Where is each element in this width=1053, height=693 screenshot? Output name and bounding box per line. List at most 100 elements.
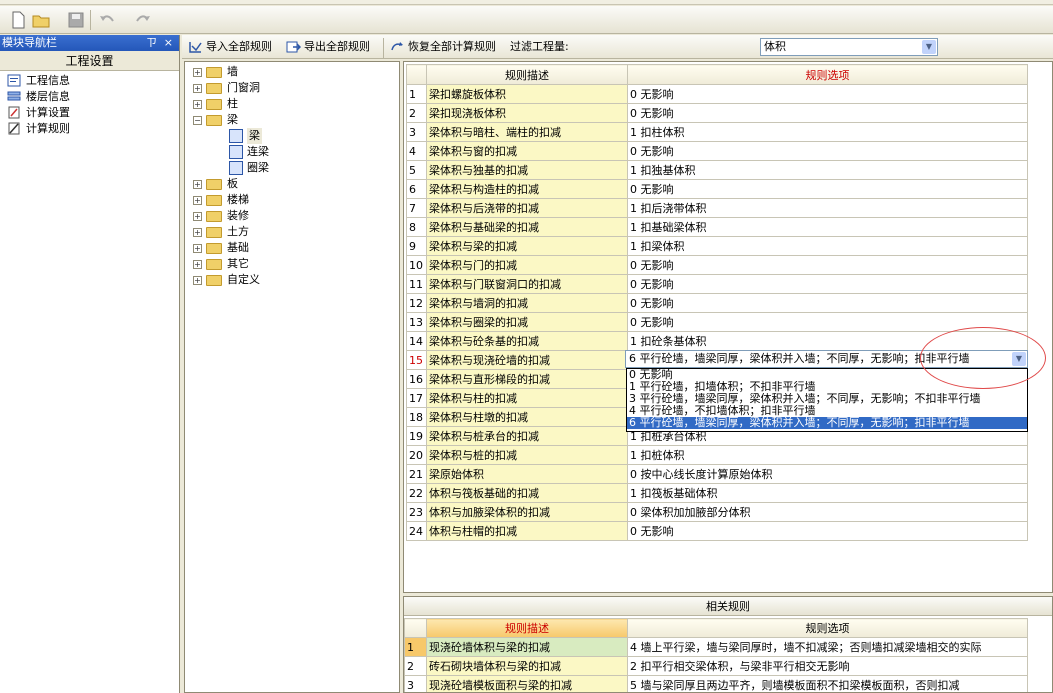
rule-description: 梁体积与砼条基的扣减	[426, 331, 628, 351]
new-file-icon[interactable]	[10, 11, 28, 29]
rule-description-header[interactable]: 规则描述	[426, 64, 628, 85]
table-row[interactable]: 20 梁体积与桩的扣减 1 扣桩体积	[406, 445, 1028, 465]
table-row[interactable]: 10 梁体积与门的扣减 0 无影响	[406, 255, 1028, 275]
row-number: 11	[406, 274, 427, 294]
table-row[interactable]: 9 梁体积与梁的扣减 1 扣梁体积	[406, 236, 1028, 256]
table-row[interactable]: 23 体积与加腋梁体积的扣减 0 梁体积加加腋部分体积	[406, 502, 1028, 522]
rule-option[interactable]: 0 无影响	[627, 141, 1028, 161]
rule-option[interactable]: 1 扣基础梁体积	[627, 217, 1028, 237]
row-number-header	[404, 618, 427, 638]
table-row[interactable]: 3 梁体积与暗柱、端柱的扣减 1 扣柱体积	[406, 122, 1028, 142]
row-number: 9	[406, 236, 427, 256]
expand-icon[interactable]: +	[193, 212, 202, 221]
expand-icon[interactable]: +	[193, 180, 202, 189]
related-description-header[interactable]: 规则描述	[426, 618, 628, 638]
expand-icon[interactable]: +	[193, 260, 202, 269]
main-toolbar	[0, 6, 1053, 34]
rule-option[interactable]: 1 扣柱体积	[627, 122, 1028, 142]
rule-option[interactable]: 0 无影响	[627, 255, 1028, 275]
row-number: 10	[406, 255, 427, 275]
close-icon[interactable]: ×	[164, 35, 173, 51]
row-number: 18	[406, 407, 427, 427]
save-icon[interactable]	[68, 11, 86, 29]
table-row[interactable]: 1 梁扣螺旋板体积 0 无影响	[406, 84, 1028, 104]
rule-option[interactable]: 1 扣独基体积	[627, 160, 1028, 180]
rule-option[interactable]: 0 无影响	[627, 179, 1028, 199]
table-row[interactable]: 5 梁体积与独基的扣减 1 扣独基体积	[406, 160, 1028, 180]
tree-item-label: 梁	[227, 113, 238, 126]
related-rule-option[interactable]: 5 墙与梁同厚且两边平齐，则墙模板面积不扣梁模板面积，否则扣减	[627, 675, 1028, 692]
table-row[interactable]: 8 梁体积与基础梁的扣减 1 扣基础梁体积	[406, 217, 1028, 237]
rule-option[interactable]: 1 扣梁体积	[627, 236, 1028, 256]
table-row[interactable]: 2 梁扣现浇板体积 0 无影响	[406, 103, 1028, 123]
rule-option[interactable]: 0 按中心线长度计算原始体积	[627, 464, 1028, 484]
rule-option[interactable]: 1 扣筏板基础体积	[627, 483, 1028, 503]
tree-item-label: 自定义	[227, 273, 260, 286]
nav-item-label: 计算设置	[26, 106, 70, 119]
table-row[interactable]: 22 体积与筏板基础的扣减 1 扣筏板基础体积	[406, 483, 1028, 503]
expand-icon[interactable]: +	[193, 196, 202, 205]
nav-item-calc-rules[interactable]: 计算规则	[0, 121, 179, 137]
table-row[interactable]: 12 梁体积与墙洞的扣减 0 无影响	[406, 293, 1028, 313]
rule-option[interactable]: 0 无影响	[627, 274, 1028, 294]
rule-option-header[interactable]: 规则选项	[627, 64, 1028, 85]
expand-icon[interactable]: +	[193, 100, 202, 109]
import-all-rules-button[interactable]: 导入全部规则	[186, 38, 272, 56]
import-icon	[188, 40, 203, 54]
expand-icon[interactable]: +	[193, 276, 202, 285]
dropdown-option[interactable]: 3 平行砼墙，墙梁同厚，梁体积并入墙；不同厚，无影响；不扣非平行墙	[627, 393, 1027, 405]
rule-option[interactable]: 0 无影响	[627, 521, 1028, 541]
expand-icon[interactable]: +	[193, 228, 202, 237]
expand-icon[interactable]: +	[193, 68, 202, 77]
restore-all-rules-button[interactable]: 恢复全部计算规则	[388, 38, 496, 56]
expand-icon[interactable]: +	[193, 84, 202, 93]
collapse-icon[interactable]: −	[193, 116, 202, 125]
table-row[interactable]: 13 梁体积与圈梁的扣减 0 无影响	[406, 312, 1028, 332]
nav-item-project-info[interactable]: 工程信息	[0, 73, 179, 89]
row-number: 12	[406, 293, 427, 313]
nav-item-calc-settings[interactable]: 计算设置	[0, 105, 179, 121]
folder-icon	[206, 243, 222, 254]
table-row[interactable]: 6 梁体积与构造柱的扣减 0 无影响	[406, 179, 1028, 199]
rule-option[interactable]: 0 无影响	[627, 84, 1028, 104]
tree-item-label: 圈梁	[247, 161, 269, 174]
related-rule-option[interactable]: 2 扣平行相交梁体积，与梁非平行相交无影响	[627, 656, 1028, 676]
rule-description: 梁扣螺旋板体积	[426, 84, 628, 104]
redo-icon[interactable]	[134, 11, 152, 29]
pin-icon[interactable]: ㄗ	[146, 35, 157, 51]
beam-icon	[229, 145, 243, 159]
nav-section-project-settings[interactable]: 工程设置	[0, 51, 179, 71]
table-row[interactable]: 3 现浇砼墙模板面积与梁的扣减 5 墙与梁同厚且两边平齐，则墙模板面积不扣梁模板面积…	[404, 675, 1028, 692]
dropdown-option[interactable]: 6 平行砼墙，墙梁同厚，梁体积并入墙；不同厚，无影响；扣非平行墙	[627, 417, 1027, 429]
export-all-rules-button[interactable]: 导出全部规则	[284, 38, 370, 56]
open-folder-icon[interactable]	[32, 11, 50, 29]
expand-icon[interactable]: +	[193, 244, 202, 253]
rule-option[interactable]: 0 梁体积加加腋部分体积	[627, 502, 1028, 522]
table-row[interactable]: 1 现浇砼墙体积与梁的扣减 4 墙上平行梁，墙与梁同厚时，墙不扣减梁；否则墙扣减梁墙…	[404, 637, 1028, 657]
row-number: 3	[406, 122, 427, 142]
table-row[interactable]: 2 砖石砌块墙体积与梁的扣减 2 扣平行相交梁体积，与梁非平行相交无影响	[404, 656, 1028, 676]
project-info-icon	[7, 74, 21, 87]
row-number: 4	[406, 141, 427, 161]
tree-item-label: 柱	[227, 97, 238, 110]
table-row[interactable]: 11 梁体积与门联窗洞口的扣减 0 无影响	[406, 274, 1028, 294]
rule-option[interactable]: 1 扣桩体积	[627, 445, 1028, 465]
tree-item-label: 基础	[227, 241, 249, 254]
tree-item-label: 楼梯	[227, 193, 249, 206]
related-rule-option[interactable]: 4 墙上平行梁，墙与梁同厚时，墙不扣减梁；否则墙扣减梁墙相交的实际	[627, 637, 1028, 657]
rule-option[interactable]: 1 扣后浇带体积	[627, 198, 1028, 218]
filter-quantity-select[interactable]: 体积 ▼	[760, 38, 938, 56]
rule-option[interactable]: 0 无影响	[627, 293, 1028, 313]
nav-item-floor-info[interactable]: 楼层信息	[0, 89, 179, 105]
undo-icon[interactable]	[98, 11, 116, 29]
dropdown-option[interactable]: 4 平行砼墙，不扣墙体积；扣非平行墙	[627, 405, 1027, 417]
chevron-down-icon[interactable]: ▼	[922, 40, 936, 54]
rule-option[interactable]: 0 无影响	[627, 103, 1028, 123]
related-option-header[interactable]: 规则选项	[627, 618, 1028, 638]
folder-icon	[206, 83, 222, 94]
table-row[interactable]: 4 梁体积与窗的扣减 0 无影响	[406, 141, 1028, 161]
table-row[interactable]: 21 梁原始体积 0 按中心线长度计算原始体积	[406, 464, 1028, 484]
table-row[interactable]: 24 体积与柱帽的扣减 0 无影响	[406, 521, 1028, 541]
table-row[interactable]: 7 梁体积与后浇带的扣减 1 扣后浇带体积	[406, 198, 1028, 218]
folder-icon	[206, 227, 222, 238]
